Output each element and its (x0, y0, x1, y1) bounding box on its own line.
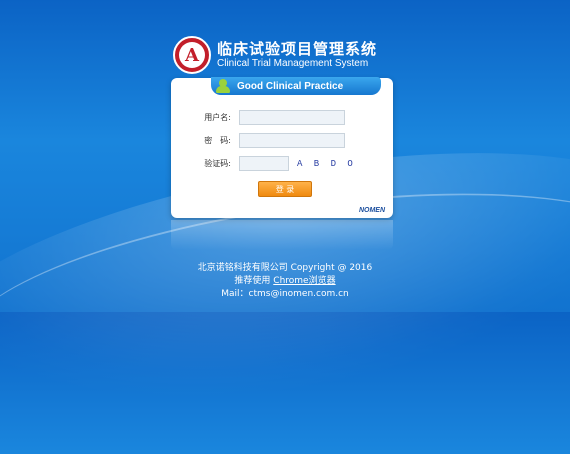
password-label: 密 码: (204, 136, 231, 145)
captcha-image[interactable]: A B D O (297, 159, 356, 169)
password-input[interactable] (239, 133, 345, 148)
app-header: A 临床试验项目管理系统 Clinical Trial Management S… (173, 36, 393, 76)
app-title-cn: 临床试验项目管理系统 (217, 40, 378, 58)
footer: 北京诺铭科技有限公司 Copyright @ 2016 推荐使用 Chrome浏… (0, 262, 570, 301)
captcha-label: 验证码: (204, 159, 231, 168)
captcha-row: 验证码: A B D O (171, 156, 356, 171)
password-row: 密 码: (171, 133, 345, 148)
captcha-input[interactable] (239, 156, 289, 171)
username-label: 用户名: (204, 113, 231, 122)
footer-copyright: 北京诺铭科技有限公司 Copyright @ 2016 (197, 263, 373, 273)
gcp-ribbon: Good Clinical Practice (211, 77, 381, 95)
brand-logo: NOMEN (358, 207, 385, 214)
username-input[interactable] (239, 110, 345, 125)
user-icon (215, 79, 231, 93)
app-logo: A (173, 36, 211, 74)
chrome-link[interactable]: Chrome浏览器 (273, 276, 335, 286)
recommend-prefix: 推荐使用 (234, 276, 274, 286)
ribbon-title: Good Clinical Practice (237, 80, 344, 92)
footer-recommend: 推荐使用 Chrome浏览器 (0, 275, 570, 288)
login-button[interactable]: 登 录 (258, 181, 312, 197)
logo-letter: A (179, 42, 205, 68)
login-panel: Good Clinical Practice 用户名: 密 码: 验证码: A … (171, 77, 393, 218)
username-row: 用户名: (171, 110, 345, 125)
app-title-en: Clinical Trial Management System (217, 58, 369, 69)
footer-mail: Mail：ctms@inomen.com.cn (221, 289, 349, 299)
panel-reflection (171, 220, 393, 250)
